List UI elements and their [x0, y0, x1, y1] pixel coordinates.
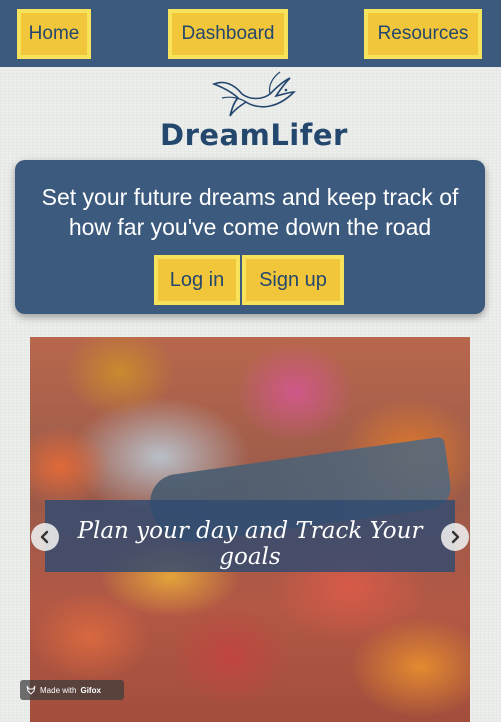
carousel-caption: Plan your day and Track Your goals: [77, 518, 423, 570]
login-button[interactable]: Log in: [154, 255, 240, 305]
carousel-caption-band: Plan your day and Track Your goals: [45, 500, 455, 572]
brand-logo: DreamLifer: [150, 70, 350, 154]
watermark-prefix: Made with: [40, 685, 77, 695]
brand-name: DreamLifer: [160, 118, 348, 152]
image-carousel: Plan your day and Track Your goals: [30, 337, 470, 722]
signup-button[interactable]: Sign up: [242, 255, 344, 305]
top-navbar: Home Dashboard Resources: [0, 0, 501, 67]
chevron-left-icon: [40, 530, 49, 544]
nav-dashboard-button[interactable]: Dashboard: [168, 9, 288, 59]
fox-icon: [26, 685, 36, 695]
hero-card: Set your future dreams and keep track of…: [15, 160, 485, 314]
nav-resources-button[interactable]: Resources: [364, 9, 482, 59]
carousel-next-button[interactable]: [441, 523, 469, 551]
dove-icon: [211, 71, 296, 117]
watermark-name: Gifox: [80, 685, 101, 695]
nav-home-button[interactable]: Home: [17, 9, 91, 59]
gifox-watermark: Made with Gifox: [20, 680, 124, 700]
hero-tagline: Set your future dreams and keep track of…: [41, 184, 459, 240]
chevron-right-icon: [451, 530, 460, 544]
carousel-prev-button[interactable]: [31, 523, 59, 551]
